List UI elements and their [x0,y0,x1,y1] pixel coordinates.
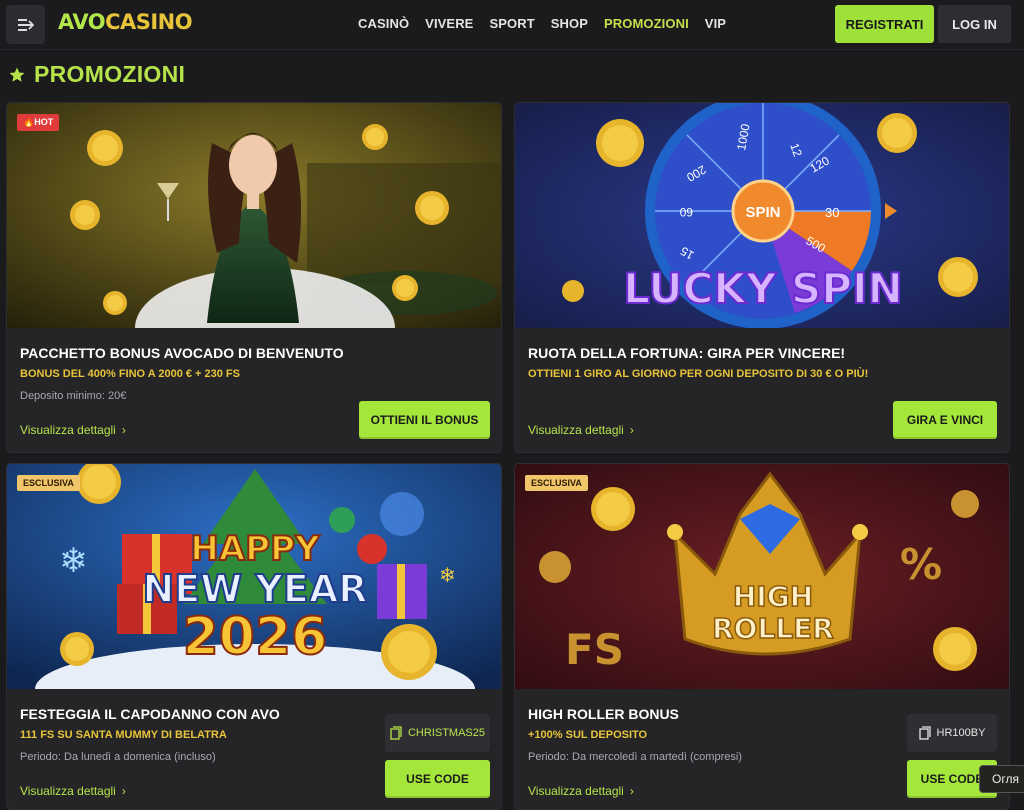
use-code-button[interactable]: USE CODE [385,760,490,798]
view-details-label: Visualizza dettagli [20,784,116,798]
promo-banner-new-year[interactable]: HAPPY NEW YEAR 2026 ❄ ❄ [7,464,501,689]
top-header: AVOCASINO CASINÒ VIVERE SPORT SHOP PROMO… [0,0,1024,50]
promo-title: FESTEGGIA IL CAPODANNO CON AVO [20,706,280,722]
promo-subtitle: OTTIENI 1 GIRO AL GIORNO PER OGNI DEPOSI… [528,368,869,380]
nav-promozioni[interactable]: PROMOZIONI [604,16,689,31]
promo-info: Periodo: Da lunedì a domenica (incluso) [20,751,216,763]
promo-code-text: HR100BY [936,727,986,739]
view-details-label: Visualizza dettagli [20,423,116,437]
promo-subtitle: +100% SUL DEPOSITO [528,729,648,741]
year-2026-text: 2026 [183,607,328,667]
copy-icon [390,726,402,740]
promo-title: PACCHETTO BONUS AVOCADO DI BENVENUTO [20,345,344,361]
promo-banner-welcome[interactable] [7,103,501,328]
main-nav: CASINÒ VIVERE SPORT SHOP PROMOZIONI VIP [358,16,742,31]
promo-card-lucky-spin: SPIN 1000 12 120 30 500 15 60 200 LUCKY … [514,102,1010,453]
page-title: PROMOZIONI [34,61,186,87]
promo-code-text: CHRISTMAS25 [407,727,486,739]
view-details-label: Visualizza dettagli [528,423,624,437]
view-details-link[interactable]: Visualizza dettagli › [528,784,634,798]
chevron-right-icon: › [121,423,126,437]
browser-tooltip: Огля [979,765,1024,793]
percent-icon: % [900,540,942,589]
lucky-spin-banner-image: SPIN 1000 12 120 30 500 15 60 200 LUCKY … [515,103,1009,328]
snowflake-icon: ❄ [59,541,88,581]
promo-card-new-year: HAPPY NEW YEAR 2026 ❄ ❄ ESCLUSIVA FESTEG… [6,463,502,810]
promo-card-welcome: 🔥HOT PACCHETTO BONUS AVOCADO DI BENVENUT… [6,102,502,453]
login-button[interactable]: LOG IN [938,5,1011,43]
nav-casino[interactable]: CASINÒ [358,16,409,31]
free-spins-icon: FS [565,625,624,674]
high-roller-banner-image: HIGH ROLLER FS % [515,464,1009,689]
view-details-link[interactable]: Visualizza dettagli › [20,423,126,437]
star-icon [9,67,25,82]
promo-banner-high-roller[interactable]: HIGH ROLLER FS % [515,464,1009,689]
new-year-text: NEW YEAR [142,567,367,611]
hot-badge-label: HOT [34,117,54,127]
promo-info: Deposito minimo: 20€ [20,390,127,402]
promo-title: HIGH ROLLER BONUS [528,706,679,722]
nav-vip[interactable]: VIP [705,16,726,31]
wheel-center-label: SPIN [745,204,780,221]
chevron-right-icon: › [629,784,634,798]
logo[interactable]: AVOCASINO [58,10,193,34]
hot-badge: 🔥HOT [17,114,60,131]
logo-part-casino: CASINO [105,10,193,34]
register-button[interactable]: REGISTRATI [835,5,934,43]
chevron-right-icon: › [629,423,634,437]
promo-subtitle: BONUS DEL 400% FINO A 2000 € + 230 FS [20,368,240,380]
menu-toggle-button[interactable] [6,5,45,44]
nav-shop[interactable]: SHOP [551,16,588,31]
high-text: HIGH [733,580,813,613]
nav-sport[interactable]: SPORT [489,16,534,31]
lucky-spin-title: LUCKY SPIN [623,264,903,313]
get-bonus-button[interactable]: OTTIENI IL BONUS [359,401,490,439]
exclusive-badge: ESCLUSIVA [17,475,80,491]
wheel-value-60: 60 [679,205,693,219]
fire-icon: 🔥 [23,117,35,127]
chevron-right-icon: › [121,784,126,798]
roller-text: ROLLER [712,612,834,645]
snowflake-icon: ❄ [439,563,456,587]
promo-subtitle: 111 FS SU SANTA MUMMY DI BELATRA [20,729,227,741]
promo-banner-lucky-spin[interactable]: SPIN 1000 12 120 30 500 15 60 200 LUCKY … [515,103,1009,328]
section-header: PROMOZIONI [8,61,185,88]
happy-text: HAPPY [190,529,320,569]
welcome-banner-image [7,103,501,328]
wheel-value-30: 30 [825,205,839,220]
menu-arrow-icon [17,18,34,31]
exclusive-badge: ESCLUSIVA [525,475,588,491]
promo-code-box[interactable]: HR100BY [907,714,997,752]
promo-info: Periodo: Da mercoledì a martedì (compres… [528,751,742,763]
promo-card-high-roller: HIGH ROLLER FS % ESCLUSIVA HIGH ROLLER B… [514,463,1010,810]
spin-and-win-button[interactable]: GIRA E VINCI [893,401,997,439]
view-details-link[interactable]: Visualizza dettagli › [20,784,126,798]
nav-vivere[interactable]: VIVERE [425,16,473,31]
logo-part-avo: AVO [58,10,106,34]
new-year-banner-image: HAPPY NEW YEAR 2026 ❄ ❄ [7,464,501,689]
promo-code-box[interactable]: CHRISTMAS25 [385,714,490,752]
copy-icon [918,726,931,740]
view-details-link[interactable]: Visualizza dettagli › [528,423,634,437]
view-details-label: Visualizza dettagli [528,784,624,798]
promo-title: RUOTA DELLA FORTUNA: GIRA PER VINCERE! [528,345,846,361]
